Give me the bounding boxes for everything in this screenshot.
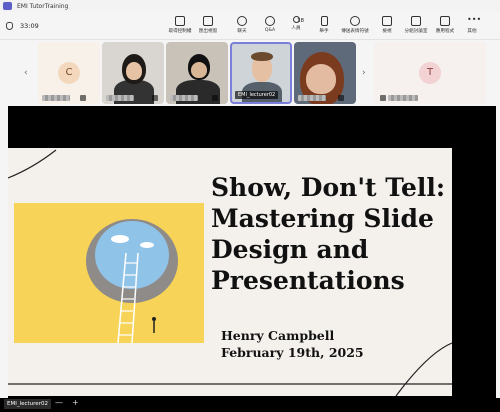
take-control-label: 取得控制權 bbox=[168, 29, 192, 34]
shield-icon bbox=[6, 22, 13, 30]
title-bar: EMI TutorTraining bbox=[0, 0, 500, 12]
shared-screen: Show, Don't Tell: Mastering Slide Design… bbox=[8, 106, 496, 398]
emoji-icon bbox=[350, 16, 360, 26]
zoom-out-button[interactable]: — bbox=[55, 398, 63, 407]
chat-label: 聊天 bbox=[237, 29, 247, 34]
blurred-name bbox=[170, 95, 198, 101]
blurred-name bbox=[298, 95, 326, 101]
teams-logo-icon bbox=[3, 2, 12, 10]
view-label: 檢視 bbox=[382, 29, 392, 34]
blurred-name bbox=[42, 95, 70, 101]
react-label: 傳送表情符號 bbox=[341, 29, 369, 34]
slide-title-line: Design and bbox=[211, 235, 369, 264]
mic-off-icon bbox=[80, 95, 86, 101]
raise-hand-icon bbox=[320, 16, 328, 26]
slide-author: Henry Campbell bbox=[221, 328, 335, 343]
qa-label: Q&A bbox=[264, 28, 276, 33]
participant-video bbox=[306, 64, 336, 94]
mic-off-icon bbox=[338, 95, 344, 101]
view-button[interactable]: 檢視 bbox=[374, 16, 400, 38]
slide-title-line: Mastering Slide bbox=[211, 204, 434, 233]
people-label: 人員 bbox=[291, 26, 301, 31]
slide-date: February 19th, 2025 bbox=[221, 345, 364, 360]
blurred-name bbox=[388, 95, 418, 101]
presenter-name: EMI_lecturer02 bbox=[235, 91, 279, 99]
meeting-timer: 33:09 bbox=[20, 22, 39, 30]
react-button[interactable]: 傳送表情符號 bbox=[340, 16, 370, 38]
take-control-button[interactable]: 取得控制權 bbox=[167, 16, 193, 38]
slide-title-line: Presentations bbox=[211, 266, 405, 295]
share-window-icon bbox=[203, 16, 213, 26]
window-title: EMI TutorTraining bbox=[17, 2, 69, 10]
take-control-icon bbox=[175, 16, 185, 26]
chat-icon bbox=[237, 16, 247, 26]
avatar: C bbox=[58, 62, 80, 84]
avatar: T bbox=[419, 62, 441, 84]
participant-tile[interactable] bbox=[166, 42, 228, 104]
mic-off-icon bbox=[152, 95, 158, 101]
breakout-rooms-button[interactable]: 分組討論室 bbox=[402, 16, 430, 38]
participant-tile[interactable]: C bbox=[38, 42, 100, 104]
slide-author-block: Henry Campbell February 19th, 2025 bbox=[221, 327, 364, 361]
view-icon bbox=[382, 16, 392, 26]
participant-video bbox=[191, 62, 207, 78]
participant-tile[interactable] bbox=[294, 42, 356, 104]
more-icon: ••• bbox=[467, 15, 482, 24]
apps-label: 應用程式 bbox=[435, 29, 455, 34]
chevron-right-icon[interactable]: › bbox=[362, 68, 366, 78]
mic-off-icon bbox=[212, 95, 218, 101]
stage-bottom-bar: EMI_lecturer02 — + bbox=[0, 398, 500, 412]
participant-strip: ‹ C EMI_lecturer02 › T bbox=[0, 40, 500, 106]
breakout-rooms-label: 分組討論室 bbox=[404, 29, 428, 34]
qa-icon bbox=[265, 16, 275, 26]
apps-icon bbox=[440, 16, 450, 26]
slide-title-line: Show, Don't Tell: bbox=[211, 173, 446, 202]
active-speaker-label: EMI_lecturer02 bbox=[4, 399, 51, 409]
participant-tile[interactable] bbox=[102, 42, 164, 104]
participant-video bbox=[126, 62, 142, 80]
blurred-name bbox=[106, 95, 134, 101]
people-count: 18 bbox=[297, 18, 304, 24]
presenter-tile[interactable]: EMI_lecturer02 bbox=[230, 42, 292, 104]
ladder-to-sky-illustration bbox=[86, 219, 178, 343]
apps-button[interactable]: 應用程式 bbox=[431, 16, 459, 38]
raise-hand-button[interactable]: 舉手 bbox=[311, 16, 337, 38]
share-window-button[interactable]: 匯出視窗 bbox=[195, 16, 221, 38]
meeting-toolbar: 33:09 取得控制權 匯出視窗 聊天 Q&A 人員 18 舉手 傳送表情符號 … bbox=[0, 12, 500, 40]
breakout-rooms-icon bbox=[411, 16, 421, 26]
people-button[interactable]: 人員 bbox=[283, 16, 309, 38]
slide-title: Show, Don't Tell: Mastering Slide Design… bbox=[211, 172, 451, 296]
presentation-slide: Show, Don't Tell: Mastering Slide Design… bbox=[8, 148, 452, 396]
participant-video bbox=[251, 52, 273, 61]
chat-button[interactable]: 聊天 bbox=[229, 16, 255, 38]
mic-off-icon bbox=[380, 95, 386, 101]
zoom-in-button[interactable]: + bbox=[72, 398, 79, 407]
qa-button[interactable]: Q&A bbox=[257, 16, 283, 38]
participant-tile[interactable]: T bbox=[374, 42, 486, 104]
more-label: 其他 bbox=[467, 29, 477, 34]
share-window-label: 匯出視窗 bbox=[198, 29, 218, 34]
chevron-left-icon[interactable]: ‹ bbox=[24, 68, 28, 78]
slide-illustration bbox=[14, 203, 204, 343]
raise-hand-label: 舉手 bbox=[319, 29, 329, 34]
more-button[interactable]: ••• 其他 bbox=[459, 16, 485, 38]
